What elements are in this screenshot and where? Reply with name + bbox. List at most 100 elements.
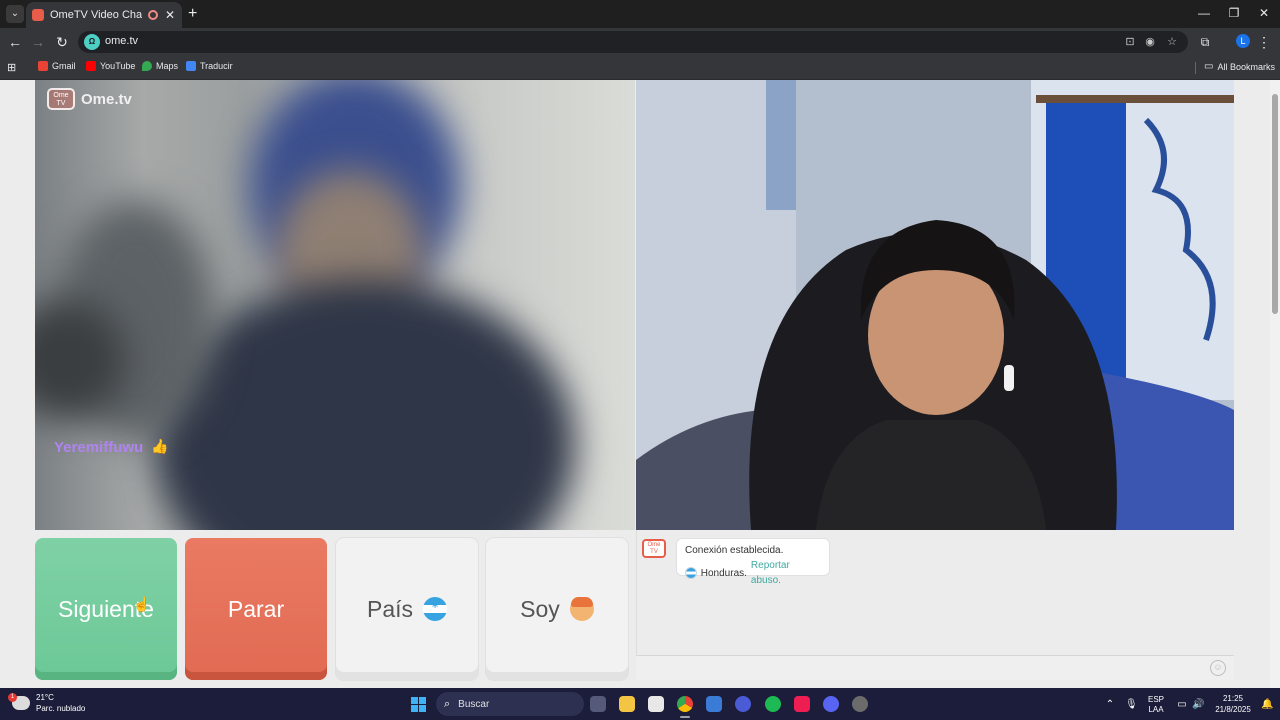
recording-indicator-icon	[148, 10, 158, 20]
chrome-icon[interactable]	[677, 696, 693, 712]
page-scrollbar[interactable]	[1270, 80, 1280, 688]
windows-start-icon[interactable]	[411, 697, 426, 712]
folder-icon: ▭	[1204, 61, 1214, 72]
gender-select-button[interactable]: Soy	[486, 538, 628, 680]
logo-text: Ome.tv	[81, 90, 132, 108]
maps-pin-icon	[142, 61, 152, 71]
temperature-text: 21°C	[36, 693, 54, 702]
bookmark-traducir[interactable]: Traducir	[186, 61, 233, 71]
chat-message-input[interactable]	[636, 655, 1234, 680]
url-text: ome.tv	[105, 35, 139, 47]
back-arrow-icon[interactable]: ←	[6, 33, 24, 51]
store-icon[interactable]	[648, 696, 664, 712]
boy-face-icon	[569, 597, 594, 621]
apps-grid-icon[interactable]: ⊞	[7, 61, 16, 74]
address-bar[interactable]: Ω ome.tv ⊡ ◉ ☆	[78, 31, 1188, 53]
weather-widget[interactable]: 1 21°C Parc. nublado	[8, 692, 86, 714]
windows-taskbar: 1 21°C Parc. nublado ⌕ Buscar ⌃ 🎙 ESP LA…	[0, 688, 1280, 720]
search-label: Buscar	[458, 698, 490, 710]
partner-username: Yeremiffuwu 👍	[54, 438, 169, 456]
network-icon[interactable]: ▭	[1176, 699, 1188, 710]
youtube-icon	[86, 61, 96, 71]
scrollbar-thumb[interactable]	[1272, 94, 1278, 314]
clock-time[interactable]: 21:25	[1212, 694, 1254, 704]
taskbar-search[interactable]: ⌕ Buscar	[436, 692, 584, 716]
report-abuse-link[interactable]: Reportar abuso.	[751, 558, 821, 588]
tab-title: OmeTV Video Chat — Ome	[50, 9, 142, 21]
ometv-logo: Ome TV Ome.tv	[47, 88, 132, 110]
browser-toolbar: ← → ↻ Ω ome.tv ⊡ ◉ ☆ ⧉ ⋮	[0, 28, 1280, 56]
video-blur-shape	[155, 280, 575, 530]
notification-badge: 1	[8, 693, 17, 702]
obs-icon[interactable]	[852, 696, 868, 712]
browser-titlebar: ⌄ OmeTV Video Chat — Ome ✕ + — ❐ ✕	[0, 0, 1280, 28]
bookmark-gmail[interactable]: Gmail	[38, 61, 76, 71]
extensions-puzzle-icon[interactable]: ⧉	[1196, 33, 1214, 51]
emoji-icon[interactable]: ☺	[1210, 660, 1226, 676]
gender-button-label: Soy	[520, 595, 560, 622]
partner-name-text: Yeremiffuwu	[54, 438, 144, 456]
task-view-icon[interactable]	[590, 696, 606, 712]
tiktok-icon[interactable]	[794, 696, 810, 712]
close-tab-icon[interactable]: ✕	[164, 8, 176, 22]
tab-search-chevron-icon[interactable]: ⌄	[6, 5, 24, 23]
bookmark-star-icon[interactable]: ☆	[1164, 34, 1180, 50]
all-bookmarks-label: All Bookmarks	[1217, 61, 1275, 72]
country-text: Honduras.	[700, 567, 747, 579]
gmail-icon	[38, 61, 48, 71]
country-line: Honduras. Reportar abuso.	[685, 558, 821, 588]
bookmark-youtube[interactable]: YouTube	[86, 61, 135, 71]
browser-tab-ometv[interactable]: OmeTV Video Chat — Ome ✕	[26, 2, 182, 28]
connection-status-text: Conexión establecida.	[685, 545, 784, 556]
translate-icon	[186, 61, 196, 71]
restore-window-icon[interactable]: ❐	[1218, 6, 1250, 20]
spotify-icon[interactable]	[765, 696, 781, 712]
thumbs-up-icon[interactable]: 👍	[151, 438, 168, 456]
profile-avatar[interactable]: L	[1236, 34, 1250, 48]
cloud-weather-icon: 1	[8, 693, 30, 710]
close-window-icon[interactable]: ✕	[1248, 6, 1280, 20]
bookmark-label: Gmail	[52, 61, 76, 71]
bookmark-label: YouTube	[100, 61, 136, 71]
bookmark-maps[interactable]: Maps	[142, 61, 178, 71]
site-info-icon[interactable]: Ω	[84, 34, 100, 50]
assistant-icon[interactable]	[735, 696, 751, 712]
stop-button-label: Parar	[227, 595, 285, 622]
chrome-active-indicator	[680, 716, 690, 718]
reload-icon[interactable]: ↻	[53, 33, 71, 51]
own-webcam-video	[636, 80, 1234, 530]
bookmark-label: Maps	[156, 61, 179, 71]
mouse-cursor-icon: ☝	[133, 596, 151, 612]
chat-ometv-icon: Ome TV	[642, 539, 666, 558]
webcam-scene	[636, 80, 1234, 530]
weather-text: Parc. nublado	[36, 704, 86, 713]
hide-eye-icon[interactable]: ◉	[1142, 34, 1158, 50]
minimize-window-icon[interactable]: —	[1188, 6, 1220, 20]
country-filter-button[interactable]: País	[336, 538, 478, 680]
file-explorer-icon[interactable]	[619, 696, 635, 712]
ometv-favicon-icon	[32, 9, 44, 21]
discord-icon[interactable]	[823, 696, 839, 712]
bookmarks-divider	[1195, 62, 1196, 74]
clock-date[interactable]: 21/8/2025	[1212, 705, 1254, 715]
volume-icon[interactable]: 🔊	[1192, 699, 1204, 710]
microphone-icon[interactable]: 🎙	[1125, 699, 1138, 710]
forward-arrow-icon[interactable]: →	[29, 33, 47, 51]
honduras-flag-icon	[685, 567, 697, 579]
bookmark-label: Traducir	[200, 61, 233, 71]
honduras-flag-icon	[423, 597, 448, 621]
all-bookmarks-button[interactable]: ▭ All Bookmarks	[1204, 61, 1275, 72]
stranger-video	[35, 80, 635, 530]
show-hidden-icons-chevron-icon[interactable]: ⌃	[1104, 699, 1116, 710]
input-language-bottom[interactable]: LAA	[1146, 705, 1166, 715]
country-button-label: País	[366, 595, 414, 622]
input-language-top[interactable]: ESP	[1146, 695, 1166, 705]
new-tab-plus-icon[interactable]: +	[188, 5, 197, 23]
ometv-tv-icon: Ome TV	[47, 88, 75, 110]
more-menu-icon[interactable]: ⋮	[1255, 33, 1273, 51]
install-app-icon[interactable]: ⊡	[1122, 34, 1138, 50]
next-button[interactable]: Siguiente	[35, 538, 177, 680]
notifications-bell-icon[interactable]: 🔔	[1261, 699, 1273, 710]
stop-button[interactable]: Parar	[185, 538, 327, 680]
photos-icon[interactable]	[706, 696, 722, 712]
